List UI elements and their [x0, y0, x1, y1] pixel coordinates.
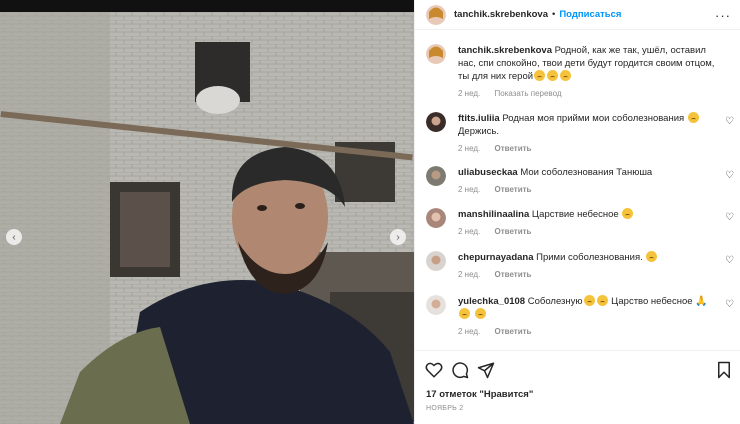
share-icon[interactable] — [477, 361, 495, 379]
sad-emoji-icon — [596, 295, 608, 306]
caption-time: 2 нед. — [458, 89, 481, 98]
author-username[interactable]: tanchik.skrebenkova — [454, 9, 548, 20]
reply-button[interactable]: Ответить — [495, 327, 532, 336]
follow-button[interactable]: Подписаться — [559, 9, 621, 20]
comment-body: ftits.iuliia Родная моя прийми мои собол… — [458, 112, 716, 155]
commenter-avatar[interactable] — [426, 208, 446, 228]
comment-time: 2 нед. — [458, 270, 481, 279]
comment-text: Соболезную — [527, 296, 583, 307]
heart-icon[interactable]: ♡ — [725, 299, 734, 310]
comment-icon[interactable] — [451, 361, 469, 379]
likes-count[interactable]: 17 отметок "Нравится" — [426, 389, 533, 400]
comment-text: Мои соболезнования Танюша — [520, 167, 653, 178]
comment-username[interactable]: manshilinaalina — [458, 209, 529, 220]
heart-icon[interactable]: ♡ — [725, 170, 734, 181]
heart-icon[interactable] — [425, 361, 443, 379]
post-header: tanchik.skrebenkova • Подписаться ··· — [415, 0, 740, 30]
post-side-panel: tanchik.skrebenkova • Подписаться ··· ta… — [414, 0, 740, 424]
heart-icon[interactable]: ♡ — [725, 116, 734, 127]
chevron-left-icon[interactable]: ‹ — [6, 229, 22, 245]
author-avatar[interactable] — [426, 44, 446, 64]
comment-text-2: Держись. — [458, 126, 500, 137]
comment-username[interactable]: ftits.iuliia — [458, 113, 500, 124]
comment-body: yulechka_0108 Соболезную Царство небесно… — [458, 295, 716, 338]
author-avatar[interactable] — [426, 4, 446, 25]
heart-icon[interactable]: ♡ — [725, 212, 734, 223]
commenter-avatar[interactable] — [426, 251, 446, 271]
comment-username[interactable]: yulechka_0108 — [458, 296, 525, 307]
sad-emoji-icon — [459, 308, 470, 319]
separator-dot: • — [552, 9, 556, 20]
reply-button[interactable]: Ответить — [495, 185, 532, 194]
chevron-right-icon[interactable]: › — [390, 229, 406, 245]
show-translation-link[interactable]: Показать перевод — [495, 89, 562, 98]
sad-emoji-icon — [646, 251, 658, 262]
caption-body: tanchik.skrebenkova Родной, как же так, … — [458, 44, 716, 100]
sad-emoji-icon — [560, 70, 572, 81]
sad-emoji-icon — [622, 208, 634, 219]
commenter-avatar[interactable] — [426, 112, 446, 132]
sad-emoji-icon — [583, 295, 595, 306]
comment-text-2: Царство небесное — [611, 296, 693, 307]
comment-time: 2 нед. — [458, 144, 481, 153]
comment-username[interactable]: chepurnayadana — [458, 252, 534, 263]
comment-time: 2 нед. — [458, 227, 481, 236]
comment-time: 2 нед. — [458, 185, 481, 194]
reply-button[interactable]: Ответить — [495, 227, 532, 236]
comment-body: chepurnayadana Прими соболезнования. 2 н… — [458, 251, 716, 281]
top-bar — [0, 0, 414, 12]
sad-emoji-icon — [547, 70, 559, 81]
action-bar: 17 отметок "Нравится" НОЯБРЬ 2 — [415, 350, 740, 424]
post-photo[interactable]: ‹ › — [0, 12, 414, 424]
heart-icon[interactable]: ♡ — [725, 255, 734, 266]
caption-username[interactable]: tanchik.skrebenkova — [458, 45, 552, 56]
reply-button[interactable]: Ответить — [495, 144, 532, 153]
bookmark-icon[interactable] — [715, 361, 733, 379]
praying-hands-icon: 🙏 — [695, 296, 708, 307]
commenter-avatar[interactable] — [426, 295, 446, 315]
sad-emoji-icon — [687, 112, 699, 123]
comment-time: 2 нед. — [458, 327, 481, 336]
comment-text: Прими соболезнования. — [536, 252, 643, 263]
more-icon[interactable]: ··· — [715, 8, 731, 23]
commenter-avatar[interactable] — [426, 166, 446, 186]
sad-emoji-icon — [534, 70, 546, 81]
comment-text: Родная моя прийми мои соболезнования — [502, 113, 685, 124]
comment-body: uliabuseckaa Мои соболезнования Танюша 2… — [458, 166, 716, 196]
comment-text: Царствие небесное — [531, 209, 619, 220]
photo-illustration — [0, 12, 414, 424]
comment-body: manshilinaalina Царствие небесное 2 нед.… — [458, 208, 716, 238]
instagram-post-view: ‹ › tanchik.skrebenkova • Подписаться ··… — [0, 0, 740, 424]
sad-emoji-icon — [474, 308, 486, 319]
comment-username[interactable]: uliabuseckaa — [458, 167, 518, 178]
post-date: НОЯБРЬ 2 — [426, 405, 464, 412]
reply-button[interactable]: Ответить — [495, 270, 532, 279]
